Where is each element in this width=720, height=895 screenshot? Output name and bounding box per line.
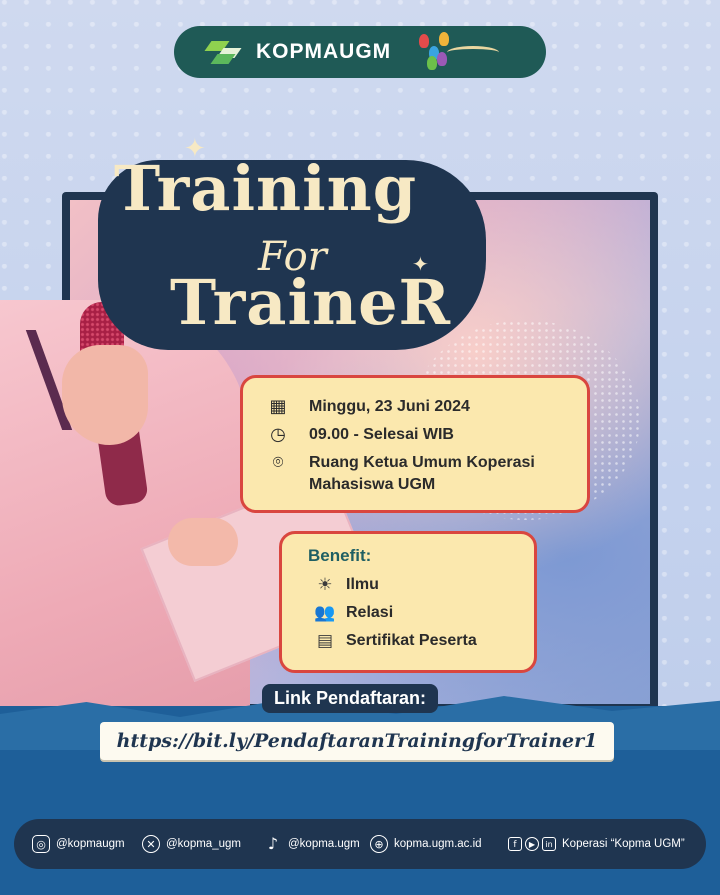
clock-icon: ◷: [270, 424, 286, 445]
footer-social-name[interactable]: Koperasi “Kopma UGM”: [562, 838, 685, 850]
sparkle-icon: ✦: [184, 134, 206, 164]
event-time: 09.00 - Selesai WIB: [309, 426, 454, 443]
event-info-card: ▦ Minggu, 23 Juni 2024 ◷ 09.00 - Selesai…: [240, 375, 590, 513]
globe-icon: ⊕: [370, 835, 388, 853]
registration-label: Link Pendaftaran:: [262, 684, 439, 713]
benefit-item: Relasi: [346, 604, 394, 621]
hand-holding-paper: [168, 518, 238, 566]
tiktok-icon: ♪: [267, 834, 279, 853]
hands-logo-icon: [419, 30, 501, 74]
sparkle-icon: ✦: [412, 252, 429, 276]
event-location: Ruang Ketua Umum Koperasi Mahasiswa UGM: [309, 452, 535, 496]
calendar-icon: ▦: [269, 396, 287, 417]
benefit-item: Sertifikat Peserta: [346, 632, 477, 649]
benefit-title: Benefit:: [308, 546, 372, 565]
instagram-icon: ◎: [32, 835, 50, 853]
footer-bar: ◎ @kopmaugm ✕ @kopma_ugm ♪ @kopma.ugm ⊕ …: [14, 819, 706, 869]
registration-link[interactable]: https://bit.ly/PendaftaranTrainingforTra…: [117, 730, 598, 752]
title-line1: Training: [114, 152, 418, 225]
people-icon: 👥: [314, 603, 336, 623]
x-icon: ✕: [142, 835, 160, 853]
location-pin-icon: ⌾: [272, 452, 284, 473]
footer-tiktok[interactable]: @kopma.ugm: [288, 838, 360, 850]
brand-name: KOPMAUGM: [256, 40, 392, 63]
certificate-icon: ▤: [316, 631, 334, 651]
event-date: Minggu, 23 Juni 2024: [309, 398, 470, 415]
linkedin-icon: in: [542, 837, 556, 851]
event-location-line1: Ruang Ketua Umum Koperasi: [309, 454, 535, 471]
lightbulb-icon: ☀: [317, 575, 333, 595]
registration-link-box[interactable]: https://bit.ly/PendaftaranTrainingforTra…: [100, 722, 614, 760]
footer-instagram[interactable]: @kopmaugm: [56, 838, 125, 850]
footer-x[interactable]: @kopma_ugm: [166, 838, 241, 850]
title-block: Training For TraineR ✦ ✦: [92, 136, 492, 360]
header-pill: KOPMAUGM: [174, 26, 546, 78]
title-line3: TraineR: [170, 266, 452, 339]
benefit-item: Ilmu: [346, 576, 379, 593]
kopma-logo-icon: [204, 39, 246, 65]
footer-website[interactable]: kopma.ugm.ac.id: [394, 838, 482, 850]
facebook-icon: f: [508, 837, 522, 851]
hand-holding-mic: [62, 345, 148, 445]
benefit-card: Benefit: ☀ Ilmu 👥 Relasi ▤ Sertifikat Pe…: [279, 531, 537, 673]
youtube-icon: ▶: [525, 837, 539, 851]
event-location-line2: Mahasiswa UGM: [309, 476, 436, 493]
